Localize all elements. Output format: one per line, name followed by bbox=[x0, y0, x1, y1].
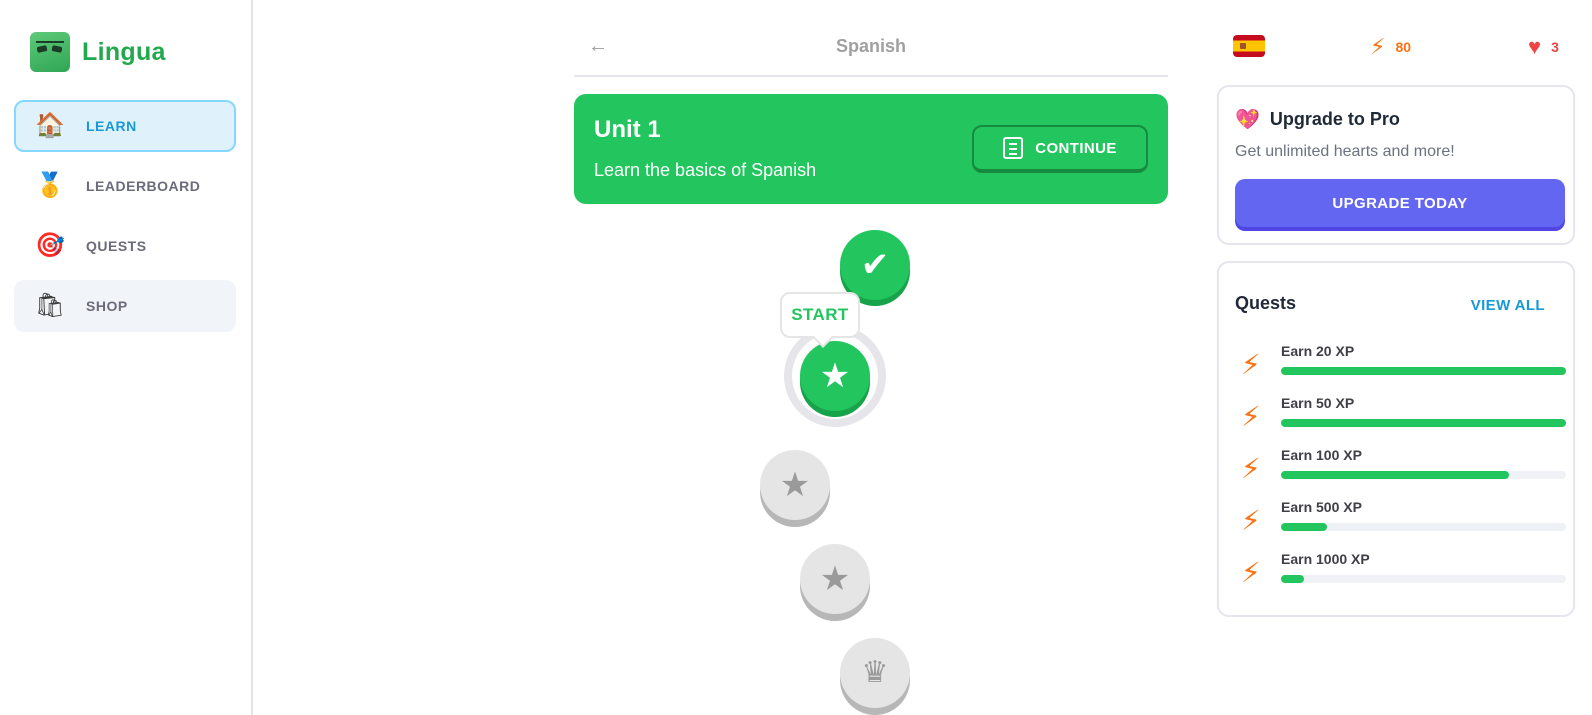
page-title: Spanish bbox=[835, 36, 906, 56]
quests-title: Quests bbox=[1235, 293, 1297, 313]
app-logo[interactable]: Lingua bbox=[30, 32, 166, 72]
lesson-node-locked-crown[interactable]: ♛ bbox=[840, 638, 910, 708]
view-all-link[interactable]: VIEW ALL bbox=[1471, 297, 1545, 314]
notebook-icon bbox=[1003, 137, 1024, 159]
quests-card: Quests VIEW ALL ⚡ Earn 20 XP ⚡ Earn 50 X… bbox=[1217, 261, 1575, 617]
course-header: ← Spanish bbox=[574, 20, 1168, 77]
quest-label: Earn 1000 XP bbox=[1281, 551, 1370, 567]
quest-progress-fill bbox=[1281, 367, 1566, 375]
quest-progress-bar bbox=[1281, 575, 1566, 583]
house-icon: 🏠 bbox=[35, 112, 65, 139]
quest-label: Earn 50 XP bbox=[1281, 395, 1355, 411]
unit-banner: Unit 1 Learn the basics of Spanish CONTI… bbox=[574, 94, 1168, 204]
quest-progress-fill bbox=[1281, 471, 1509, 479]
upgrade-button[interactable]: UPGRADE TODAY bbox=[1235, 179, 1565, 227]
continue-button[interactable]: CONTINUE bbox=[972, 125, 1148, 173]
upgrade-card: 💖 Upgrade to Pro Get unlimited hearts an… bbox=[1217, 85, 1575, 245]
upgrade-title-text: Upgrade to Pro bbox=[1269, 109, 1400, 129]
shopping-bag-icon: 🛍 bbox=[34, 292, 66, 319]
bolt-icon: ⚡ bbox=[1241, 557, 1261, 588]
bolt-icon: ⚡ bbox=[1241, 349, 1261, 380]
sidebar-item-learn[interactable]: 🏠 LEARN bbox=[14, 100, 236, 152]
check-icon: ✔ bbox=[860, 246, 890, 284]
crown-icon: ♛ bbox=[861, 656, 889, 689]
lesson-node-completed[interactable]: ✔ bbox=[840, 230, 910, 300]
sidebar-item-label: LEADERBOARD bbox=[86, 178, 201, 194]
sidebar: Lingua 🏠 LEARN 🥇 LEADERBOARD 🎯 QUESTS 🛍 … bbox=[0, 0, 253, 715]
quest-progress-bar bbox=[1281, 419, 1566, 427]
upgrade-title: 💖 Upgrade to Pro bbox=[1235, 107, 1400, 132]
hearts-counter[interactable]: ♥ 3 bbox=[1528, 34, 1559, 60]
quest-progress-bar bbox=[1281, 471, 1566, 479]
bolt-icon: ⚡ bbox=[1370, 34, 1386, 59]
star-icon: ★ bbox=[819, 357, 851, 395]
quest-progress-fill bbox=[1281, 419, 1566, 427]
star-icon: ★ bbox=[779, 466, 811, 504]
bolt-icon: ⚡ bbox=[1241, 505, 1261, 536]
unit-description: Learn the basics of Spanish bbox=[594, 160, 817, 180]
spain-flag-icon[interactable] bbox=[1233, 35, 1265, 57]
xp-counter[interactable]: ⚡ 80 bbox=[1370, 34, 1411, 60]
sidebar-item-leaderboard[interactable]: 🥇 LEADERBOARD bbox=[14, 160, 236, 212]
quest-label: Earn 20 XP bbox=[1281, 343, 1355, 359]
quest-label: Earn 100 XP bbox=[1281, 447, 1362, 463]
bolt-icon: ⚡ bbox=[1241, 401, 1261, 432]
medal-icon: 🥇 bbox=[35, 172, 65, 199]
quest-progress-bar bbox=[1281, 367, 1566, 375]
xp-value: 80 bbox=[1395, 39, 1412, 55]
unit-title: Unit 1 bbox=[594, 116, 661, 143]
quest-progress-bar bbox=[1281, 523, 1566, 531]
quest-item: ⚡ Earn 1000 XP bbox=[1235, 551, 1566, 603]
quest-item: ⚡ Earn 500 XP bbox=[1235, 499, 1566, 551]
sidebar-item-label: SHOP bbox=[86, 298, 128, 314]
quest-item: ⚡ Earn 50 XP bbox=[1235, 395, 1566, 447]
target-icon: 🎯 bbox=[35, 232, 65, 259]
lesson-node-current[interactable]: ★ bbox=[800, 341, 870, 411]
start-label: START bbox=[791, 305, 849, 324]
lesson-node-locked[interactable]: ★ bbox=[800, 544, 870, 614]
quest-progress-fill bbox=[1281, 523, 1327, 531]
start-tooltip[interactable]: START bbox=[780, 292, 860, 338]
sidebar-item-label: QUESTS bbox=[86, 238, 147, 254]
app-name: Lingua bbox=[82, 37, 166, 66]
continue-button-label: CONTINUE bbox=[1035, 139, 1117, 157]
quest-item: ⚡ Earn 100 XP bbox=[1235, 447, 1566, 499]
quest-item: ⚡ Earn 20 XP bbox=[1235, 343, 1566, 395]
sidebar-nav: 🏠 LEARN 🥇 LEADERBOARD 🎯 QUESTS 🛍 SHOP bbox=[14, 100, 236, 340]
quest-label: Earn 500 XP bbox=[1281, 499, 1362, 515]
sidebar-item-quests[interactable]: 🎯 QUESTS bbox=[14, 220, 236, 272]
hearts-value: 3 bbox=[1551, 39, 1559, 55]
upgrade-subtitle: Get unlimited hearts and more! bbox=[1235, 143, 1455, 160]
quest-list: ⚡ Earn 20 XP ⚡ Earn 50 XP ⚡ Earn 100 XP … bbox=[1235, 343, 1566, 603]
mascot-logo-icon bbox=[30, 32, 70, 72]
lesson-node-locked[interactable]: ★ bbox=[760, 450, 830, 520]
bolt-icon: ⚡ bbox=[1241, 453, 1261, 484]
sidebar-item-shop[interactable]: 🛍 SHOP bbox=[14, 280, 236, 332]
sidebar-item-label: LEARN bbox=[86, 118, 137, 134]
quest-progress-fill bbox=[1281, 575, 1304, 583]
sparkling-heart-icon: 💖 bbox=[1235, 109, 1260, 131]
user-stats: ⚡ 80 ♥ 3 bbox=[1230, 30, 1575, 62]
star-icon: ★ bbox=[819, 560, 851, 598]
heart-icon: ♥ bbox=[1528, 34, 1542, 59]
